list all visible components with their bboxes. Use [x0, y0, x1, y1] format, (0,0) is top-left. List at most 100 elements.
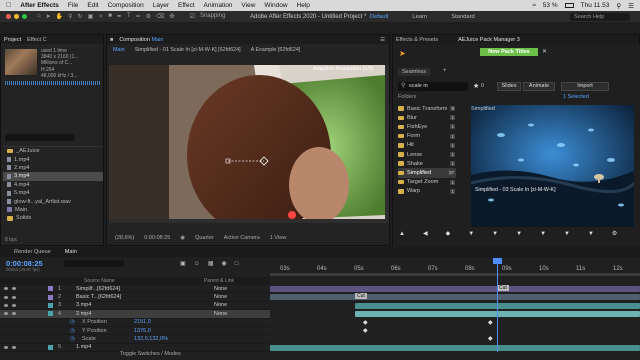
menu-composition[interactable]: Composition: [108, 2, 144, 9]
list-item[interactable]: Blur 1: [398, 113, 456, 122]
cut-marker[interactable]: Cut: [355, 293, 367, 299]
work-area-bar[interactable]: [270, 273, 640, 276]
eraser-tool-icon[interactable]: ⌫: [156, 13, 164, 20]
current-time[interactable]: 0:00:08:25: [144, 235, 170, 241]
property-value[interactable]: 132,0,132,0%: [134, 336, 168, 342]
layer-label-color[interactable]: [48, 302, 53, 308]
first-icon[interactable]: ◀: [423, 230, 428, 237]
time-ruler[interactable]: 03s 04s 05s 06s 07s 08s 09s 10s 11s 12s: [270, 259, 640, 273]
layer-bar[interactable]: [270, 345, 640, 351]
stopwatch-icon[interactable]: ◷: [70, 319, 75, 325]
table-row[interactable]: 2 Basic T...[62fd624] None: [0, 293, 270, 302]
tab-main-comp[interactable]: Main: [65, 249, 77, 255]
slides-button[interactable]: Slides: [497, 82, 521, 91]
scroll-icon[interactable]: ▲: [399, 231, 405, 237]
workspace-learn[interactable]: Learn: [412, 14, 427, 20]
layer-name[interactable]: Simplif...[62fd624]: [76, 286, 120, 292]
list-item[interactable]: 1.mp4: [3, 155, 103, 163]
stamp-tool-icon[interactable]: ⚙: [146, 13, 151, 20]
keyframe-icon[interactable]: ◆: [446, 230, 451, 237]
keyframe-icon[interactable]: ◆: [488, 319, 493, 326]
hand-tool-icon[interactable]: ✋: [56, 13, 63, 20]
list-item[interactable]: Lense 1: [398, 150, 456, 159]
layer-label-color[interactable]: [48, 311, 53, 317]
column-source-name[interactable]: Source Name: [84, 278, 115, 284]
property-row[interactable]: ◷ X Position 2151,0: [0, 319, 270, 327]
tab-seamless[interactable]: Seamless: [398, 68, 431, 76]
keyframe-icon[interactable]: ◆: [488, 335, 493, 342]
favorites-star-icon[interactable]: ★: [473, 82, 479, 90]
pan-behind-tool-icon[interactable]: ✧: [98, 13, 103, 20]
list-item[interactable]: Hit 1: [398, 141, 456, 150]
keyframe-icon[interactable]: ◆: [363, 327, 368, 334]
close-window-button[interactable]: [6, 14, 11, 19]
wifi-icon[interactable]: ≈: [532, 2, 536, 9]
animate-button[interactable]: Animate: [523, 82, 555, 91]
shy-icon[interactable]: ☺: [194, 261, 200, 267]
table-row[interactable]: 4 2.mp4 None: [0, 310, 270, 319]
brush-tool-icon[interactable]: ✑: [136, 13, 141, 20]
home-icon[interactable]: ⌂: [37, 13, 41, 20]
stopwatch-icon[interactable]: ◷: [70, 328, 75, 334]
graph-editor-icon[interactable]: □: [235, 261, 239, 267]
pin-icon[interactable]: ▼: [564, 231, 570, 237]
composition-viewer[interactable]: [109, 65, 389, 223]
pin-icon[interactable]: ▼: [492, 231, 498, 237]
stopwatch-icon[interactable]: ◷: [70, 336, 75, 342]
cut-marker[interactable]: Cut: [497, 285, 509, 291]
menu-effect[interactable]: Effect: [178, 2, 195, 9]
keyframe-icon[interactable]: ◆: [363, 319, 368, 326]
layer-bar[interactable]: [270, 294, 640, 300]
pen-tool-icon[interactable]: ✒: [117, 13, 122, 20]
timeline-search-field[interactable]: [64, 260, 124, 267]
list-item[interactable]: _AEJuice: [3, 147, 103, 155]
pin-icon[interactable]: ▼: [588, 231, 594, 237]
pin-icon[interactable]: ▼: [540, 231, 546, 237]
list-item[interactable]: FishEye 1: [398, 122, 456, 131]
lock-icon[interactable]: ■: [110, 37, 113, 43]
list-item[interactable]: 4.mp4: [3, 181, 103, 189]
parent-select[interactable]: None: [214, 286, 227, 292]
visibility-icon[interactable]: [4, 312, 16, 316]
layer-name[interactable]: 2.mp4: [76, 311, 91, 317]
breadcrumb-main[interactable]: Main: [113, 47, 125, 53]
list-item[interactable]: Target Zoom 1: [398, 178, 456, 187]
property-value[interactable]: 1376,0: [134, 328, 151, 334]
list-item[interactable]: Form 1: [398, 132, 456, 141]
layer-name[interactable]: Basic T...[62fd624]: [76, 294, 121, 300]
frame-blend-icon[interactable]: ▦: [208, 260, 214, 267]
zoom-tool-icon[interactable]: ⚲: [68, 13, 72, 20]
menu-animation[interactable]: Animation: [204, 2, 233, 9]
zoom-level[interactable]: (28,6%): [115, 235, 134, 241]
list-item[interactable]: Warp 1: [398, 187, 456, 196]
layer-name[interactable]: 1.mp4: [76, 344, 91, 350]
close-banner-icon[interactable]: ✕: [542, 48, 547, 55]
tab-aejuice[interactable]: AEJuice Pack Manager 3: [458, 37, 520, 43]
layer-label-color[interactable]: [48, 344, 53, 350]
clock[interactable]: Thu 11.53: [581, 2, 610, 9]
visibility-icon[interactable]: [4, 345, 16, 349]
layer-label-color[interactable]: [48, 294, 53, 300]
menu-help[interactable]: Help: [297, 2, 310, 9]
tab-effect-controls[interactable]: Effect C: [27, 37, 46, 43]
menu-edit[interactable]: Edit: [87, 2, 98, 9]
pin-icon[interactable]: ▼: [516, 231, 522, 237]
battery-level[interactable]: 53 %: [543, 2, 558, 9]
panel-menu-icon[interactable]: ☰: [380, 37, 389, 43]
menu-file[interactable]: File: [68, 2, 78, 9]
snapping-checkbox[interactable]: ☑: [190, 13, 195, 20]
column-parent-link[interactable]: Parent & Link: [204, 278, 234, 284]
minimize-window-button[interactable]: [14, 14, 19, 19]
menu-layer[interactable]: Layer: [153, 2, 169, 9]
list-item[interactable]: Shake 1: [398, 159, 456, 168]
draft-3d-icon[interactable]: ▣: [180, 260, 186, 267]
camera-tool-icon[interactable]: ▣: [88, 13, 94, 20]
parent-select[interactable]: None: [214, 294, 227, 300]
camera-select[interactable]: Active Camera: [224, 235, 260, 241]
zoom-window-button[interactable]: [22, 14, 27, 19]
selection-tool-icon[interactable]: ➤: [46, 13, 51, 20]
list-item[interactable]: Simplified 37: [398, 168, 456, 178]
search-icon[interactable]: ⚲: [616, 2, 621, 10]
list-item[interactable]: 2.mp4: [3, 164, 103, 172]
tab-effects-presets[interactable]: Effects & Presets: [396, 37, 438, 43]
